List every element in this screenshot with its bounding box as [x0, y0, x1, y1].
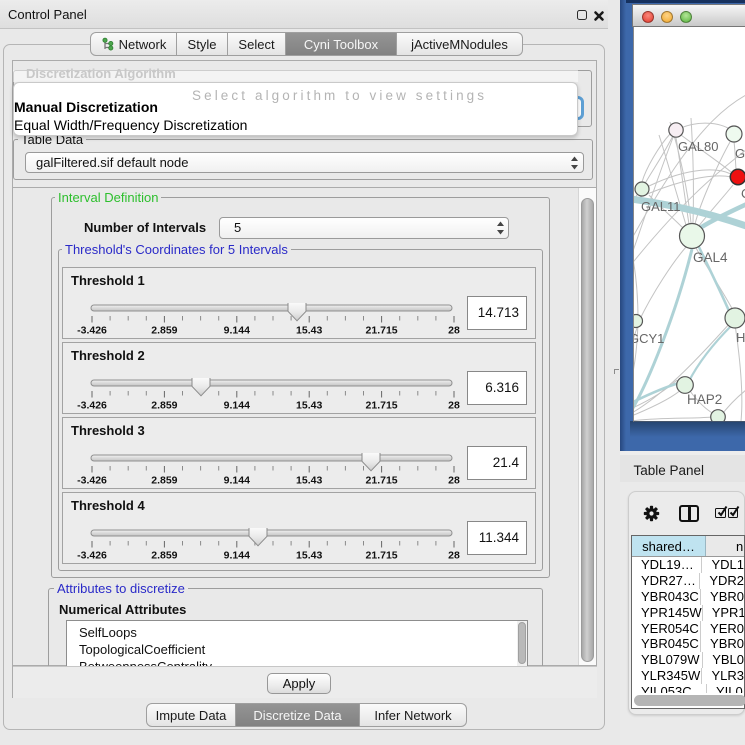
svg-text:15.43: 15.43: [296, 325, 322, 337]
svg-text:C: C: [741, 186, 745, 201]
svg-text:-3.426: -3.426: [77, 475, 107, 487]
svg-text:GAL4: GAL4: [693, 250, 728, 265]
svg-text:9.144: 9.144: [224, 475, 250, 487]
svg-text:15.43: 15.43: [296, 475, 322, 487]
svg-text:28: 28: [448, 400, 460, 412]
svg-text:28: 28: [448, 550, 460, 562]
svg-text:21.715: 21.715: [366, 325, 398, 337]
svg-text:9.144: 9.144: [224, 325, 250, 337]
svg-text:-3.426: -3.426: [77, 400, 107, 412]
svg-text:15.43: 15.43: [296, 550, 322, 562]
svg-text:9.144: 9.144: [224, 550, 250, 562]
svg-text:21.715: 21.715: [366, 550, 398, 562]
svg-text:GAL80: GAL80: [678, 139, 718, 154]
svg-text:-3.426: -3.426: [77, 325, 107, 337]
svg-text:H: H: [736, 330, 745, 345]
svg-text:9.144: 9.144: [224, 400, 250, 412]
svg-text:28: 28: [448, 475, 460, 487]
svg-text:GA: GA: [735, 146, 745, 161]
svg-text:2.859: 2.859: [151, 550, 177, 562]
svg-text:28: 28: [448, 325, 460, 337]
svg-text:GCY1: GCY1: [634, 331, 664, 346]
svg-text:GAL11: GAL11: [641, 199, 681, 214]
svg-text:21.715: 21.715: [366, 475, 398, 487]
svg-text:2.859: 2.859: [151, 325, 177, 337]
svg-text:2.859: 2.859: [151, 400, 177, 412]
svg-text:-3.426: -3.426: [77, 550, 107, 562]
svg-text:21.715: 21.715: [366, 400, 398, 412]
svg-text:15.43: 15.43: [296, 400, 322, 412]
svg-text:HAP2: HAP2: [687, 392, 722, 407]
svg-text:2.859: 2.859: [151, 475, 177, 487]
